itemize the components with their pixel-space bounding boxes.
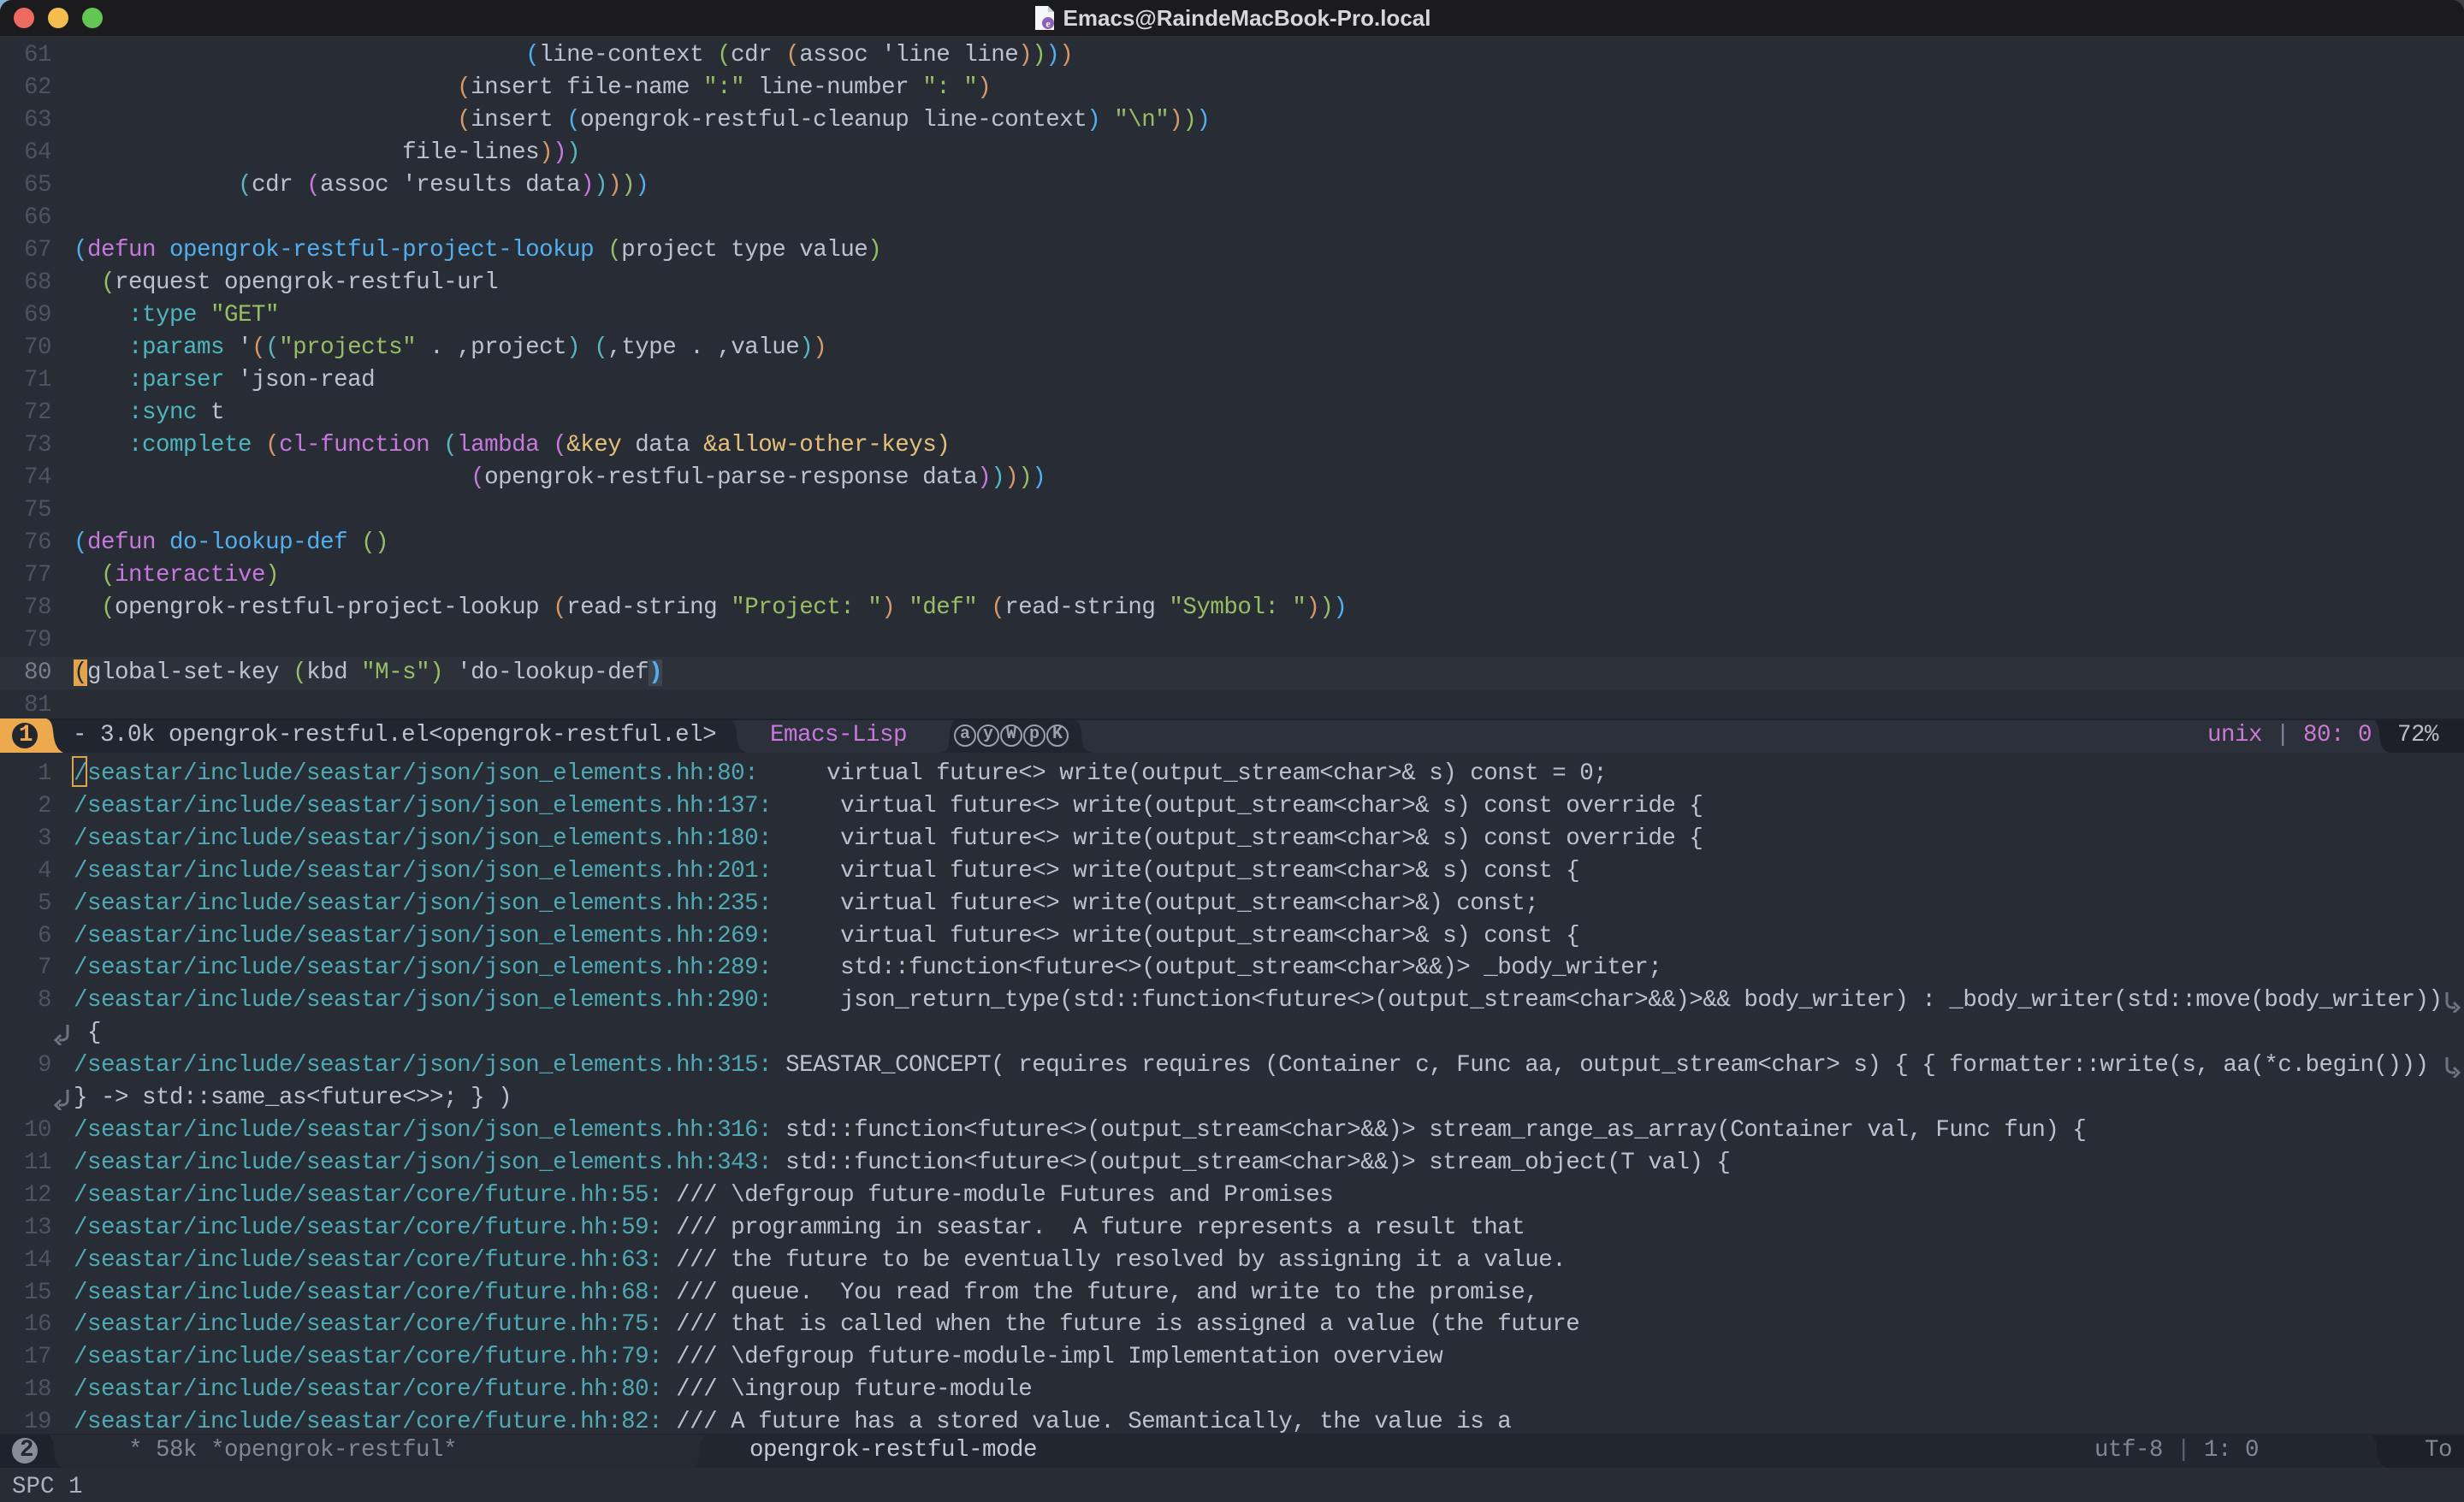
svg-text:e: e	[1045, 18, 1051, 30]
